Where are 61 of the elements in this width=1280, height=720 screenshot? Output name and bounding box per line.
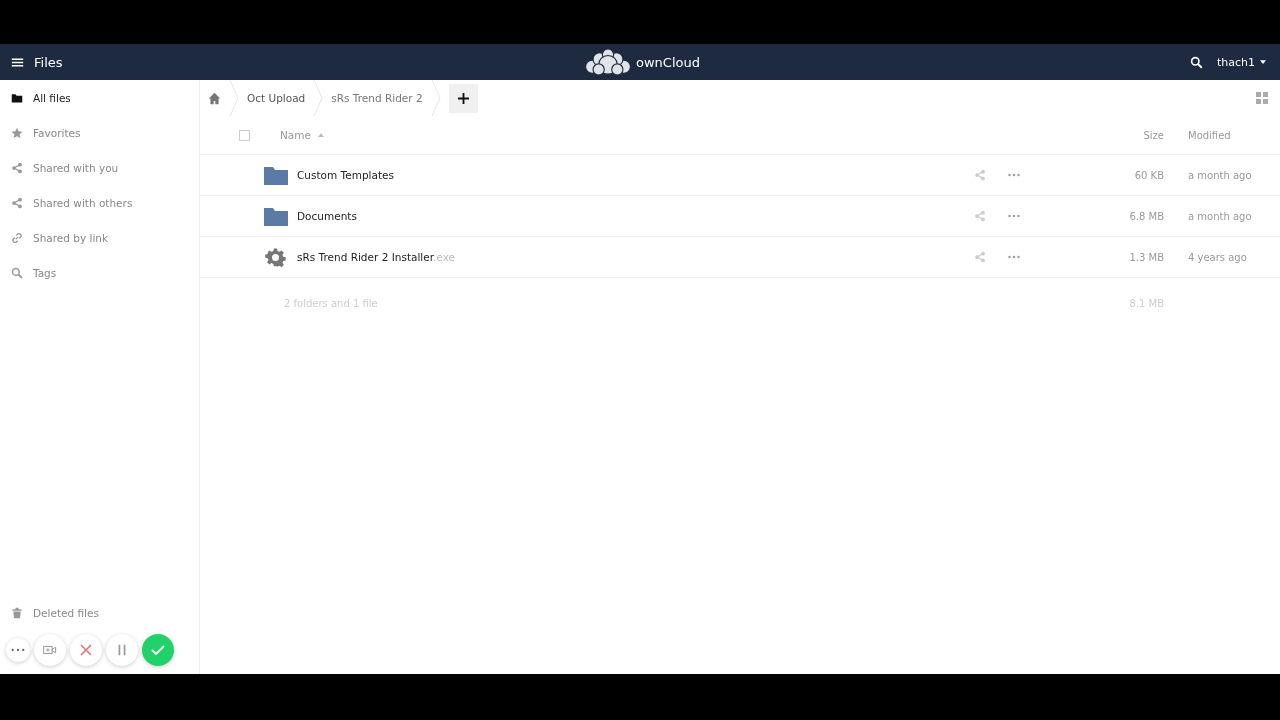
column-header[interactable]: Name xyxy=(280,129,324,141)
home-icon[interactable] xyxy=(208,91,221,105)
file-name[interactable]: sRs Trend Rider 2 Installer.exe xyxy=(297,251,456,263)
camera-button[interactable] xyxy=(34,634,66,666)
file-name[interactable]: Custom Templates xyxy=(297,169,394,181)
brand-name: ownCloud xyxy=(636,54,700,70)
pause-button[interactable] xyxy=(106,634,138,666)
column-header[interactable]: Size xyxy=(1143,129,1164,141)
camera-icon xyxy=(43,644,57,656)
done-button[interactable] xyxy=(142,634,174,666)
user-menu[interactable]: thach1 xyxy=(1216,55,1266,69)
more-icon[interactable] xyxy=(1008,214,1020,218)
menu-icon[interactable] xyxy=(11,55,24,69)
cloud-logo xyxy=(583,48,633,76)
share-icon xyxy=(11,161,23,174)
more-icon[interactable] xyxy=(1008,255,1020,259)
folder-icon xyxy=(264,206,288,226)
sidebar-item[interactable]: Shared by link xyxy=(0,220,199,255)
chevron-icon xyxy=(430,80,441,116)
sidebar-item[interactable]: Shared with you xyxy=(0,150,199,185)
gear-icon xyxy=(265,246,286,268)
column-header[interactable]: Modified xyxy=(1188,129,1231,141)
link-icon xyxy=(11,231,23,244)
sidebar-item[interactable]: All files xyxy=(0,80,199,115)
more-button[interactable] xyxy=(6,638,30,662)
cancel-button[interactable] xyxy=(70,634,102,666)
share-icon[interactable] xyxy=(974,210,986,222)
trash-icon xyxy=(11,606,23,619)
file-name[interactable]: Documents xyxy=(297,210,357,222)
search-icon xyxy=(11,266,23,279)
modified-date: a month ago xyxy=(1188,210,1252,222)
breadcrumb-link[interactable]: Oct Upload xyxy=(247,92,306,104)
breadcrumb-link[interactable]: sRs Trend Rider 2 xyxy=(331,92,423,104)
close-icon xyxy=(79,644,93,656)
file-size: 60 KB xyxy=(1134,169,1164,181)
sidebar-item[interactable]: Shared with others xyxy=(0,185,199,220)
grid-view-icon[interactable] xyxy=(1256,92,1268,104)
share-icon[interactable] xyxy=(974,169,986,181)
more-icon[interactable] xyxy=(1008,173,1020,177)
search-icon[interactable] xyxy=(1189,55,1203,69)
share-icon xyxy=(11,196,23,209)
folder-icon xyxy=(11,91,23,104)
check-icon xyxy=(151,644,165,656)
chevron-icon xyxy=(313,80,324,116)
folder-icon xyxy=(264,165,288,185)
chevron-icon xyxy=(229,80,239,116)
file-size: 1.3 MB xyxy=(1129,251,1164,263)
app-title: Files xyxy=(34,54,63,70)
select-all-checkbox[interactable] xyxy=(239,129,250,141)
file-size: 6.8 MB xyxy=(1129,210,1164,222)
share-icon[interactable] xyxy=(974,251,986,263)
plus-icon xyxy=(457,92,469,104)
sidebar-item[interactable]: Deleted files xyxy=(0,595,199,630)
sort-icon xyxy=(318,133,324,137)
new-button[interactable] xyxy=(448,83,478,113)
caret-icon xyxy=(1260,60,1266,64)
star-icon xyxy=(11,126,23,139)
modified-date: 4 years ago xyxy=(1188,251,1247,263)
sidebar-item[interactable]: Favorites xyxy=(0,115,199,150)
sidebar-item[interactable]: Tags xyxy=(0,255,199,290)
modified-date: a month ago xyxy=(1188,169,1252,181)
